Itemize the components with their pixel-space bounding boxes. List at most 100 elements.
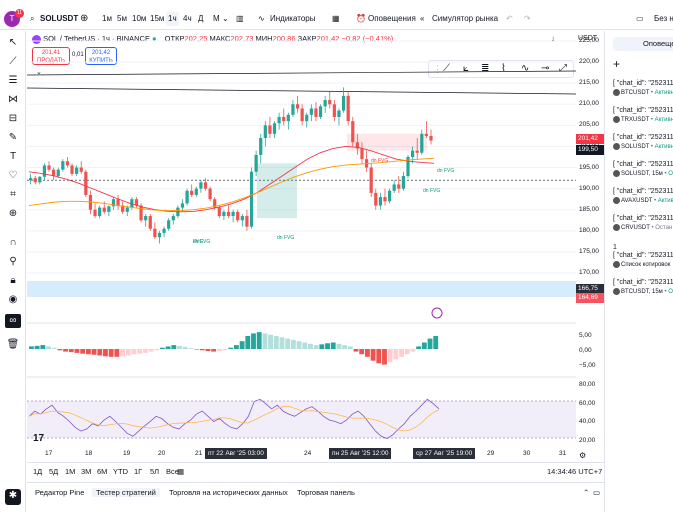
candle-body — [52, 169, 56, 176]
price-chart[interactable]: dn FVGdn FVGdn FVGdn FVGdn FVGFVG17 — [27, 31, 576, 461]
range-0[interactable]: 1Д — [33, 467, 42, 476]
interval-6[interactable]: Д — [196, 12, 205, 26]
range-6[interactable]: 1Г — [134, 467, 142, 476]
macd-bar — [268, 334, 274, 349]
add-alert-icon[interactable]: + — [613, 57, 620, 71]
alert-line[interactable]: [ "chat_id": "252311 — [613, 160, 673, 169]
alert-line[interactable]: [ "chat_id": "252311 — [613, 133, 673, 142]
time-tick: 21 — [195, 450, 203, 457]
interval-2[interactable]: 10м — [130, 12, 148, 26]
indicators-button[interactable]: Индикаторы — [270, 12, 315, 26]
range-4[interactable]: 6М — [97, 467, 107, 476]
ruler-icon[interactable]: ⌗ — [5, 188, 21, 202]
replay-button[interactable]: Симулятор рынка — [432, 12, 498, 26]
macd-bar — [353, 349, 359, 352]
interval-5[interactable]: 4ч — [181, 12, 194, 26]
clock[interactable]: 14:34:46 UTC+7 — [547, 467, 602, 476]
range-7[interactable]: 5Л — [150, 467, 159, 476]
gear-icon[interactable]: ✱ — [5, 489, 21, 505]
alert-clock-icon[interactable]: ⏰ — [356, 12, 366, 26]
interval-1[interactable]: 5м — [115, 12, 129, 26]
tab-pine-editor[interactable]: Редактор Pine — [35, 488, 84, 497]
candle-body — [231, 211, 235, 217]
price-zone[interactable] — [27, 281, 576, 297]
candle-body — [185, 190, 189, 204]
alert-line[interactable]: [ "chat_id": "252311 — [613, 278, 673, 287]
chevron-down-icon[interactable]: ⌄ — [222, 12, 229, 26]
alerts-panel-title[interactable]: Оповеще — [613, 37, 673, 51]
indicators-icon[interactable]: ∿ — [258, 12, 265, 26]
trend-line-icon[interactable]: ⟋ — [5, 55, 21, 69]
alert-meta: SOLUSDT • Активн — [613, 143, 673, 152]
text-icon[interactable]: T — [5, 150, 21, 164]
trash-icon[interactable]: 🗑︎ — [5, 338, 21, 352]
interval-0[interactable]: 1м — [100, 12, 114, 26]
alerts-button[interactable]: Оповещения — [368, 12, 416, 26]
interval-7[interactable]: М — [211, 12, 222, 26]
alert-line[interactable]: [ "chat_id": "252311 — [613, 106, 673, 115]
candle-body — [240, 216, 244, 221]
eye-icon[interactable]: ◉ — [5, 293, 21, 307]
candle-body — [33, 178, 37, 183]
macd-bar — [159, 347, 165, 349]
brush-icon[interactable]: ✎ — [5, 131, 21, 145]
link-icon[interactable]: ∞ — [5, 314, 21, 328]
trendline-1[interactable] — [27, 70, 576, 76]
time-tick: 24 — [304, 450, 312, 457]
collapse-panel-icon[interactable]: ⌃ — [583, 488, 589, 497]
pattern-icon[interactable]: ⋈ — [5, 93, 21, 107]
tab-strategy-tester[interactable]: Тестер стратегий — [92, 488, 160, 497]
alert-line[interactable]: [ "chat_id": "252311 — [613, 251, 673, 260]
undo-icon[interactable]: ↶ — [506, 12, 513, 26]
time-axis[interactable]: 17 18 19 20 21 24 29 30 31 пт 22 Авг '25 03:00 пн … — [27, 448, 576, 462]
tab-bar-replay-trading[interactable]: Торговля на исторических данных — [169, 488, 288, 497]
candle-type-icon[interactable]: ▥ — [236, 12, 244, 26]
alert-symbol-icon — [613, 288, 620, 295]
range-1[interactable]: 5Д — [49, 467, 58, 476]
layout-name[interactable]: Без н — [654, 12, 673, 26]
alert-marker-icon[interactable] — [431, 307, 443, 319]
price-tick: 210,00 — [579, 100, 599, 108]
range-3[interactable]: 3М — [81, 467, 91, 476]
lock-icon[interactable]: 🔒︎ — [5, 274, 21, 288]
axis-settings-icon[interactable]: ⚙ — [579, 451, 586, 460]
candle-body — [199, 182, 203, 189]
trendline-2[interactable] — [27, 87, 576, 95]
magnet-icon[interactable]: ∩ — [5, 236, 21, 250]
zoom-icon[interactable]: ⊕ — [5, 207, 21, 221]
lock-drawing-icon[interactable]: ⚲ — [5, 255, 21, 269]
range-5[interactable]: YTD — [113, 467, 128, 476]
alert-line[interactable]: [ "chat_id": "252311 — [613, 187, 673, 196]
alert-line[interactable]: [ "chat_id": "252311 — [613, 79, 673, 88]
tab-trading-panel[interactable]: Торговая панель — [297, 488, 355, 497]
projection-icon[interactable]: ⊟ — [5, 112, 21, 126]
alert-meta: TRXUSDT • Активн — [613, 116, 673, 125]
redo-icon[interactable]: ↷ — [524, 12, 531, 26]
heart-icon[interactable]: ♡ — [5, 169, 21, 183]
symbol-search[interactable]: SOLUSDT — [40, 12, 78, 26]
candle-body — [222, 211, 226, 217]
fvg-label: dn FVG — [437, 168, 454, 174]
range-2[interactable]: 1М — [65, 467, 75, 476]
maximize-panel-icon[interactable]: ▭ — [593, 488, 600, 497]
price-axis[interactable]: 225,00220,00215,00210,00205,00200,00195,… — [576, 31, 604, 461]
calendar-icon[interactable]: ▦ — [177, 467, 184, 476]
cursor-icon[interactable]: ↖ — [5, 36, 21, 50]
alert-meta: SOLUSDT, 15м • О — [613, 170, 673, 179]
fvg-label: dn FVG — [423, 188, 440, 194]
add-symbol-icon[interactable]: ⊕ — [80, 12, 88, 26]
interval-3[interactable]: 15м — [148, 12, 166, 26]
replay-icon[interactable]: « — [420, 12, 424, 26]
macd-bar — [273, 336, 279, 349]
time-tick: 29 — [487, 450, 495, 457]
layout-icon[interactable]: ▭ — [636, 12, 644, 26]
candle-body — [263, 125, 267, 139]
macd-bar — [182, 346, 188, 349]
macd-bar — [416, 346, 422, 349]
templates-icon[interactable]: ▦ — [332, 12, 340, 26]
search-icon[interactable]: ⌕ — [30, 12, 34, 26]
interval-4[interactable]: 1ч — [166, 12, 179, 26]
alert-line[interactable]: [ "chat_id": "252311 — [613, 214, 673, 223]
fib-icon[interactable]: ☰ — [5, 74, 21, 88]
macd-bar — [330, 342, 336, 349]
